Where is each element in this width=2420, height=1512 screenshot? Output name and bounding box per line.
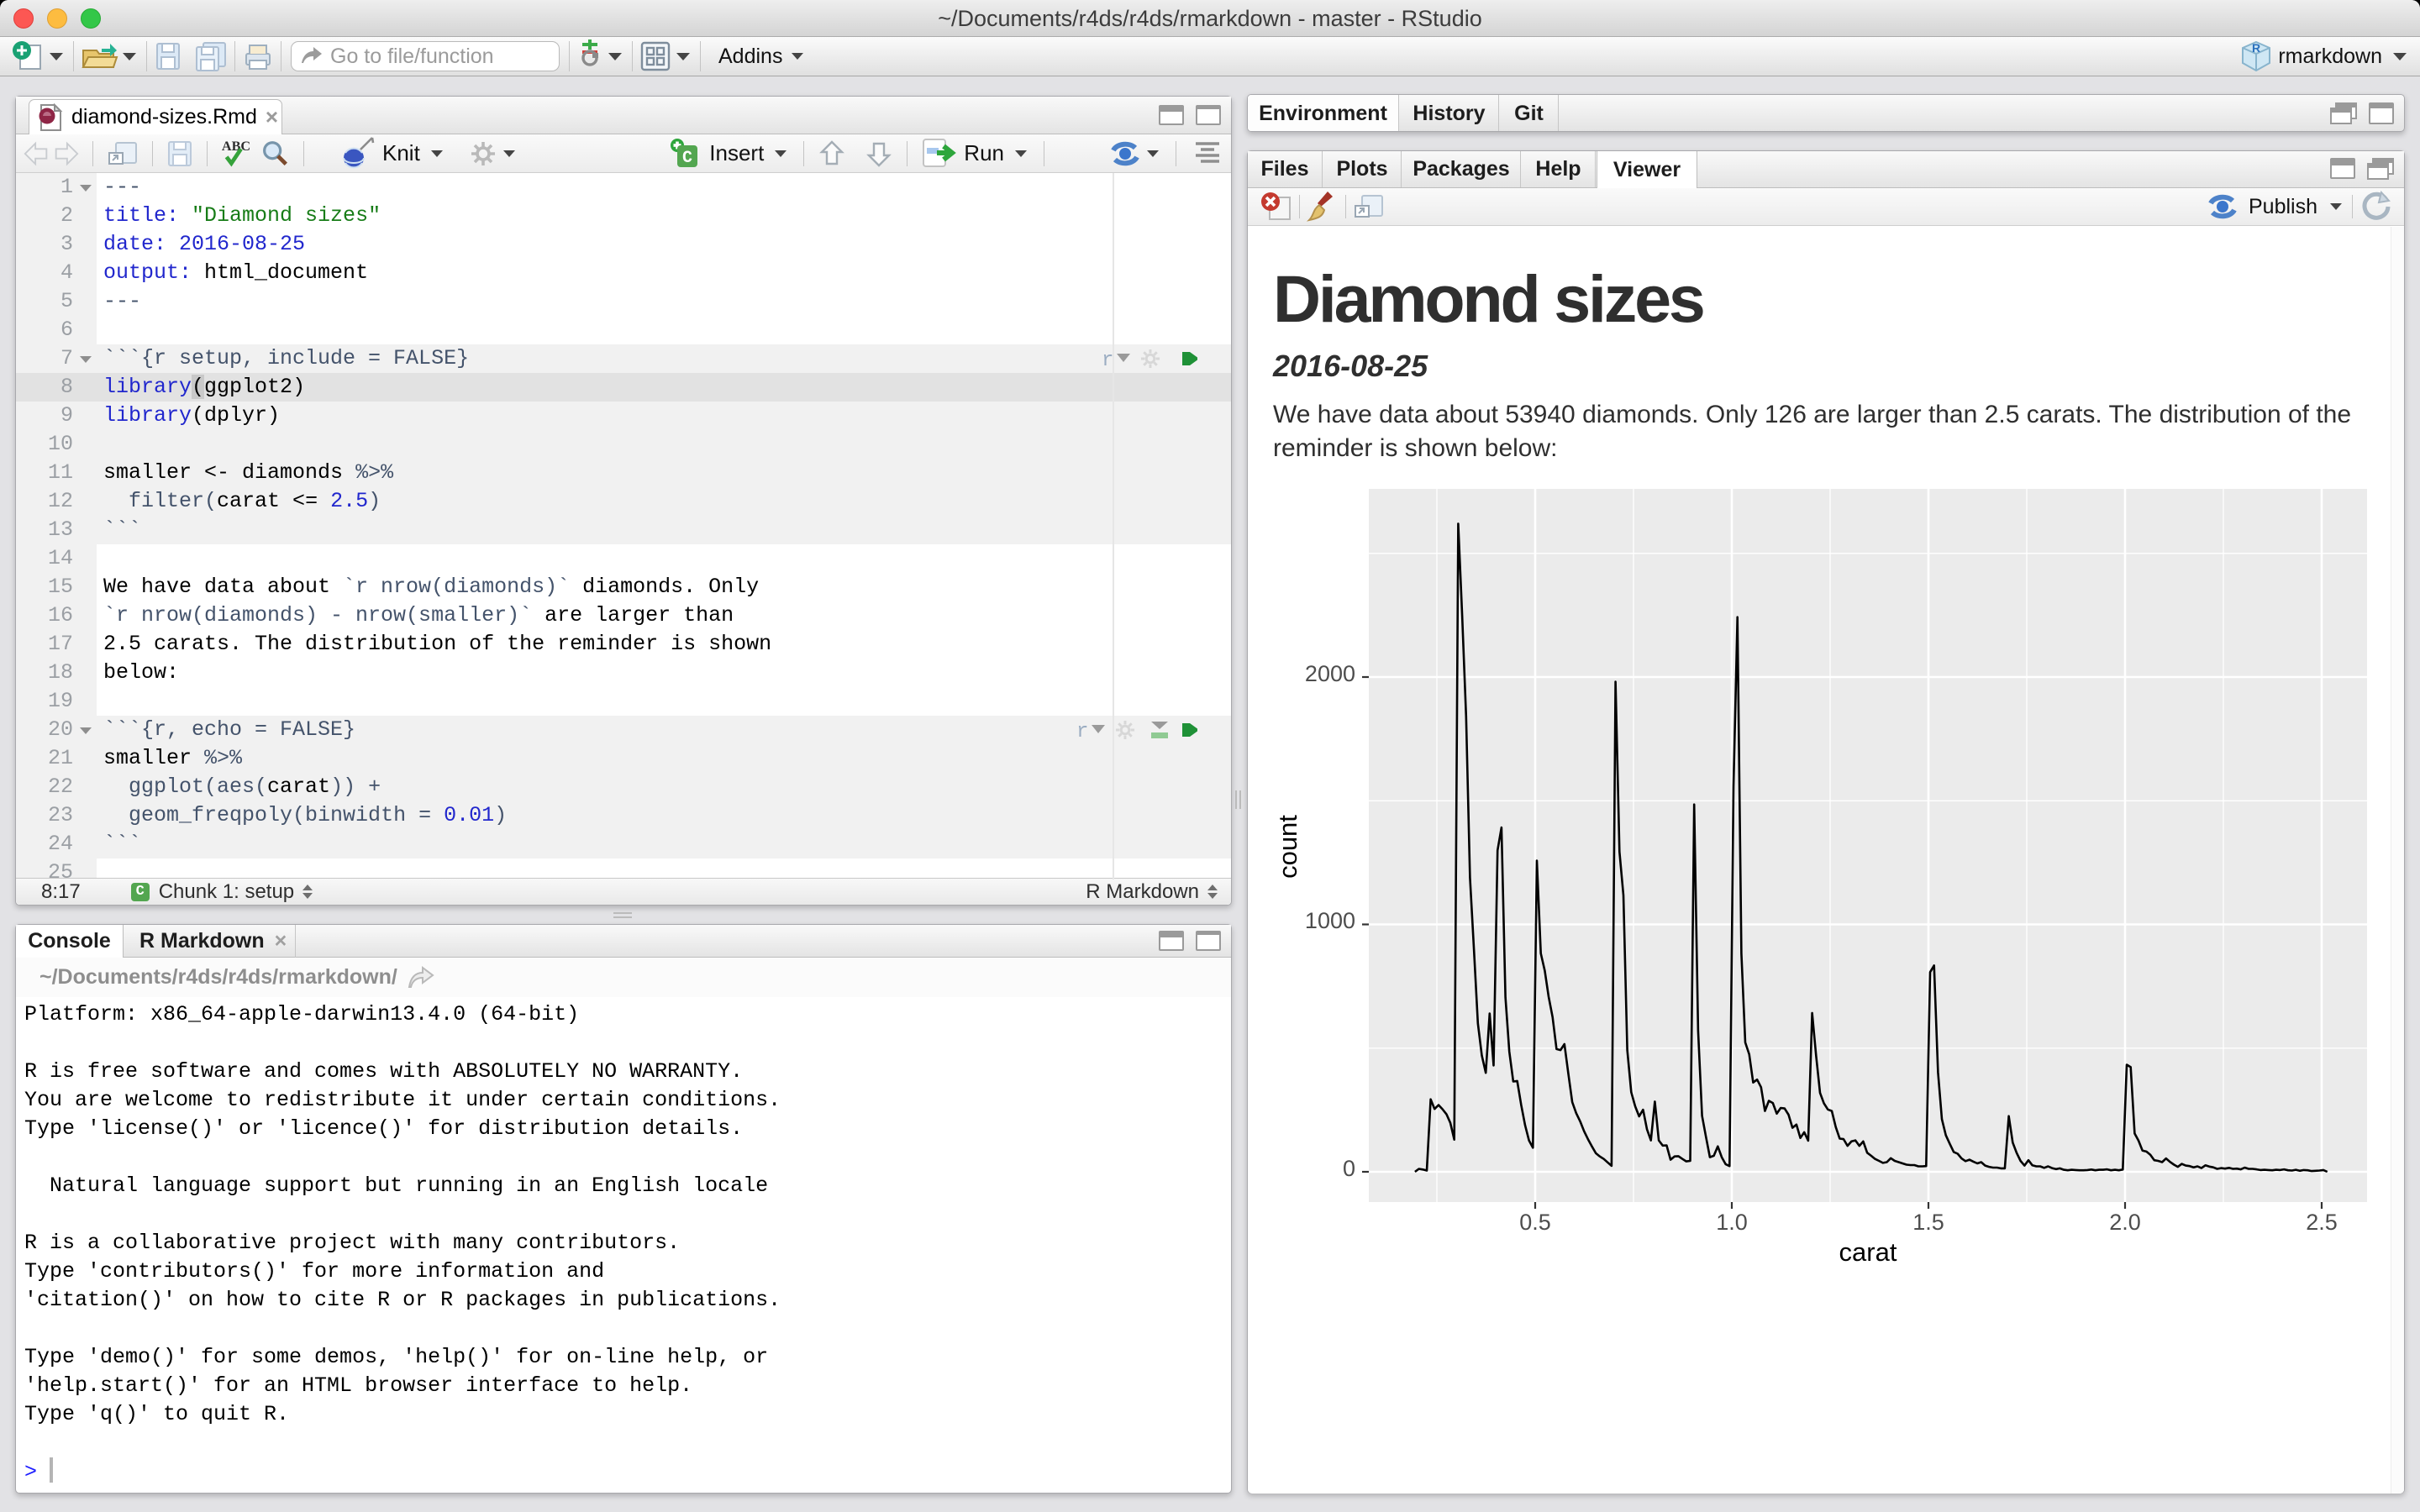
- svg-text:1.5: 1.5: [1912, 1210, 1944, 1235]
- svg-text:2.5: 2.5: [2306, 1210, 2338, 1235]
- svg-text:0: 0: [1343, 1156, 1355, 1181]
- svg-text:2000: 2000: [1305, 661, 1355, 686]
- svg-text:1000: 1000: [1305, 908, 1355, 933]
- svg-text:0.5: 0.5: [1519, 1210, 1551, 1235]
- svg-text:r: r: [1102, 349, 1113, 371]
- svg-text:1.0: 1.0: [1716, 1210, 1748, 1235]
- svg-text:carat: carat: [1839, 1237, 1897, 1267]
- svg-text:R: R: [2252, 41, 2260, 55]
- svg-text:count: count: [1273, 815, 1302, 879]
- svg-text:2.0: 2.0: [2109, 1210, 2141, 1235]
- svg-text:ABC: ABC: [222, 139, 250, 154]
- svg-text:r: r: [1076, 721, 1088, 743]
- svg-text:C: C: [682, 149, 692, 168]
